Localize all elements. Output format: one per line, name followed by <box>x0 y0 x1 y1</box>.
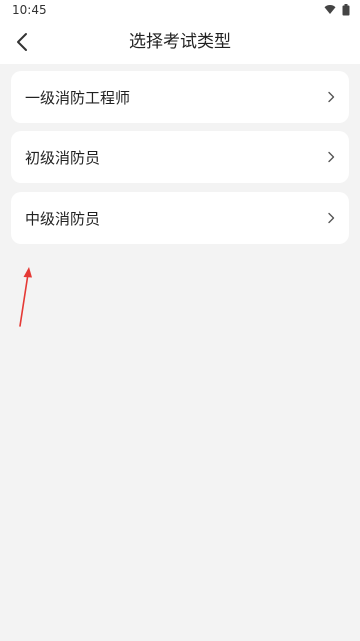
page-title: 选择考试类型 <box>129 32 231 52</box>
back-button[interactable] <box>6 26 38 58</box>
chevron-right-icon <box>325 150 337 164</box>
option-intermediate-firefighter[interactable]: 中级消防员 <box>11 192 349 244</box>
app-header: 选择考试类型 <box>0 20 360 64</box>
content-area: 一级消防工程师 初级消防员 中级消防员 <box>0 64 360 641</box>
battery-icon <box>342 4 350 16</box>
status-icons <box>324 4 350 16</box>
status-bar: 10:45 <box>0 0 360 20</box>
option-label: 一级消防工程师 <box>25 88 131 107</box>
chevron-right-icon <box>325 211 337 225</box>
option-label: 中级消防员 <box>25 209 101 228</box>
chevron-right-icon <box>325 90 337 104</box>
option-label: 初级消防员 <box>25 148 101 167</box>
annotation-arrow-icon <box>19 267 32 327</box>
option-level1-fire-engineer[interactable]: 一级消防工程师 <box>11 71 349 123</box>
option-junior-firefighter[interactable]: 初级消防员 <box>11 131 349 183</box>
chevron-left-icon <box>17 33 27 51</box>
status-time: 10:45 <box>12 3 47 17</box>
wifi-icon <box>324 5 336 15</box>
